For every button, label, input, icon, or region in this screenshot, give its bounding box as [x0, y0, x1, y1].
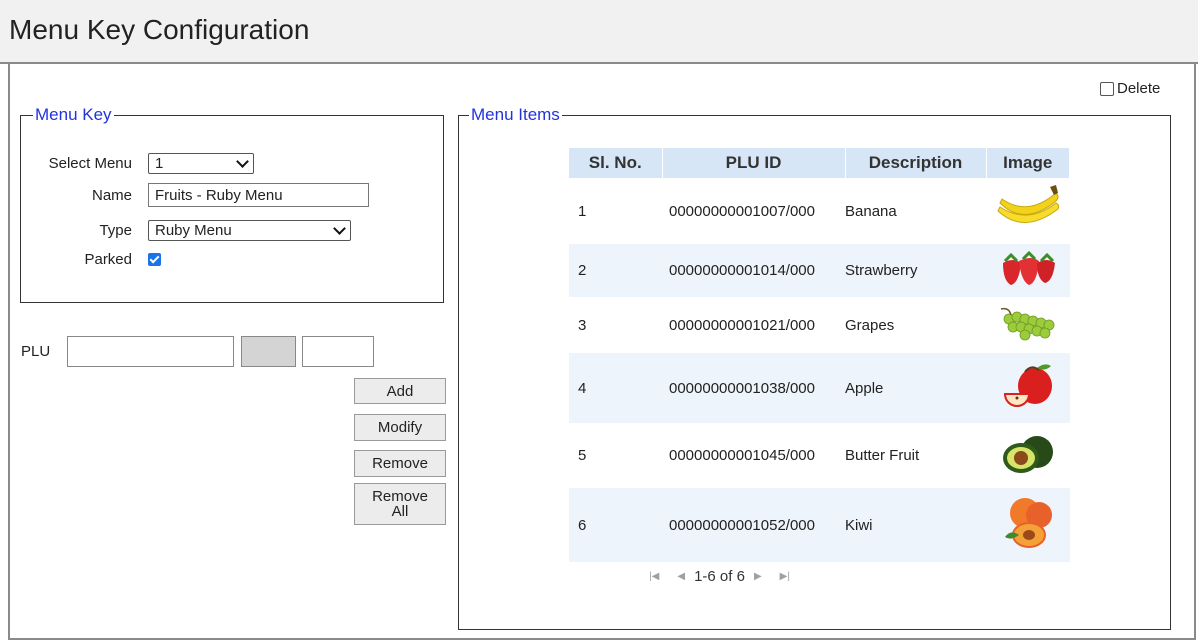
next-page-icon[interactable]: ▶: [754, 571, 762, 582]
prev-page-icon[interactable]: ◀: [677, 571, 685, 582]
name-input-value: Fruits - Ruby Menu: [155, 186, 283, 204]
table-header-row: Sl. No. PLU ID Description Image: [569, 148, 1070, 178]
header-sl-no[interactable]: Sl. No.: [569, 148, 663, 178]
cell-description: Apple: [845, 353, 986, 423]
select-menu-dropdown[interactable]: 1: [148, 153, 254, 174]
cell-image: [986, 297, 1070, 353]
chevron-down-icon: [333, 222, 346, 235]
pager-text: 1-6 of 6: [694, 568, 745, 585]
select-menu-value: 1: [155, 155, 164, 172]
menu-key-legend: Menu Key: [35, 105, 112, 124]
table-row[interactable]: 6 00000000001052/000 Kiwi: [569, 488, 1070, 562]
cell-description: Strawberry: [845, 244, 986, 297]
cell-sl-no: 4: [569, 353, 662, 423]
cell-plu-id: 00000000001052/000: [662, 488, 845, 562]
table-row[interactable]: 4 00000000001038/000 Apple: [569, 353, 1070, 423]
cell-description: Kiwi: [845, 488, 986, 562]
cell-description: Grapes: [845, 297, 986, 353]
cell-image: [986, 353, 1070, 423]
menu-items-table: Sl. No. PLU ID Description Image 1 00000…: [569, 148, 1070, 562]
plu-id-input[interactable]: [67, 336, 234, 367]
table-row[interactable]: 2 00000000001014/000 Strawberry: [569, 244, 1070, 297]
parked-checkbox[interactable]: [148, 253, 161, 266]
select-menu-label: Select Menu: [48, 155, 132, 172]
pager: |◀ ◀ 1-6 of 6 ▶ ▶|: [569, 568, 870, 585]
name-input[interactable]: Fruits - Ruby Menu: [148, 183, 369, 207]
cell-description: Banana: [845, 178, 986, 244]
cell-sl-no: 2: [569, 244, 662, 297]
name-label: Name: [91, 186, 132, 204]
cell-image: [986, 488, 1070, 562]
plu-disabled-field: [241, 336, 296, 367]
delete-checkbox[interactable]: Delete: [1100, 80, 1160, 97]
type-dropdown[interactable]: Ruby Menu: [148, 220, 351, 241]
type-label: Type: [99, 222, 132, 239]
menu-items-legend: Menu Items: [471, 105, 560, 124]
name-row: Name Fruits - Ruby Menu: [20, 183, 369, 207]
cell-sl-no: 6: [569, 488, 662, 562]
title-bar: Menu Key Configuration: [0, 0, 1198, 64]
table-row[interactable]: 5 00000000001045/000 Butter Fruit: [569, 423, 1070, 488]
grapes-image: [1000, 307, 1055, 341]
add-button[interactable]: Add: [354, 378, 446, 404]
remove-all-line2: All: [391, 503, 409, 520]
type-row: Type Ruby Menu: [20, 220, 351, 241]
table-row[interactable]: 1 00000000001007/000 Banana: [569, 178, 1070, 244]
delete-label: Delete: [1117, 80, 1161, 97]
plu-suffix-input[interactable]: [302, 336, 374, 367]
cell-plu-id: 00000000001014/000: [662, 244, 845, 297]
page-title: Menu Key Configuration: [9, 14, 310, 45]
cell-image: [986, 423, 1070, 488]
remove-all-button[interactable]: Remove All: [354, 483, 446, 525]
select-menu-row: Select Menu 1: [20, 153, 254, 174]
header-plu-id[interactable]: PLU ID: [662, 148, 846, 178]
banana-image: [997, 185, 1059, 223]
remove-button[interactable]: Remove: [354, 450, 446, 477]
table-row[interactable]: 3 00000000001021/000 Grapes: [569, 297, 1070, 353]
cell-plu-id: 00000000001021/000: [662, 297, 845, 353]
cell-plu-id: 00000000001038/000: [662, 353, 845, 423]
type-value: Ruby Menu: [155, 222, 232, 239]
avocado-image: [1002, 435, 1053, 473]
modify-button[interactable]: Modify: [354, 414, 446, 441]
cell-sl-no: 5: [569, 423, 662, 488]
parked-label: Parked: [84, 251, 132, 268]
cell-image: [986, 244, 1070, 297]
delete-checkbox-box[interactable]: [1100, 81, 1114, 96]
first-page-icon[interactable]: |◀: [649, 571, 659, 582]
cell-sl-no: 3: [569, 297, 662, 353]
header-image[interactable]: Image: [986, 148, 1070, 178]
parked-row: Parked: [20, 251, 161, 268]
apple-image: [1003, 364, 1052, 407]
strawberry-image: [1002, 250, 1055, 285]
cell-image: [986, 178, 1070, 244]
last-page-icon[interactable]: ▶|: [780, 571, 790, 582]
remove-all-line1: Remove: [372, 488, 428, 505]
cell-plu-id: 00000000001045/000: [662, 423, 845, 488]
chevron-down-icon: [236, 155, 249, 168]
apricot-image: [1004, 498, 1052, 548]
header-description[interactable]: Description: [845, 148, 987, 178]
cell-sl-no: 1: [569, 178, 662, 244]
cell-description: Butter Fruit: [845, 423, 986, 488]
plu-label: PLU: [21, 343, 51, 360]
cell-plu-id: 00000000001007/000: [662, 178, 845, 244]
